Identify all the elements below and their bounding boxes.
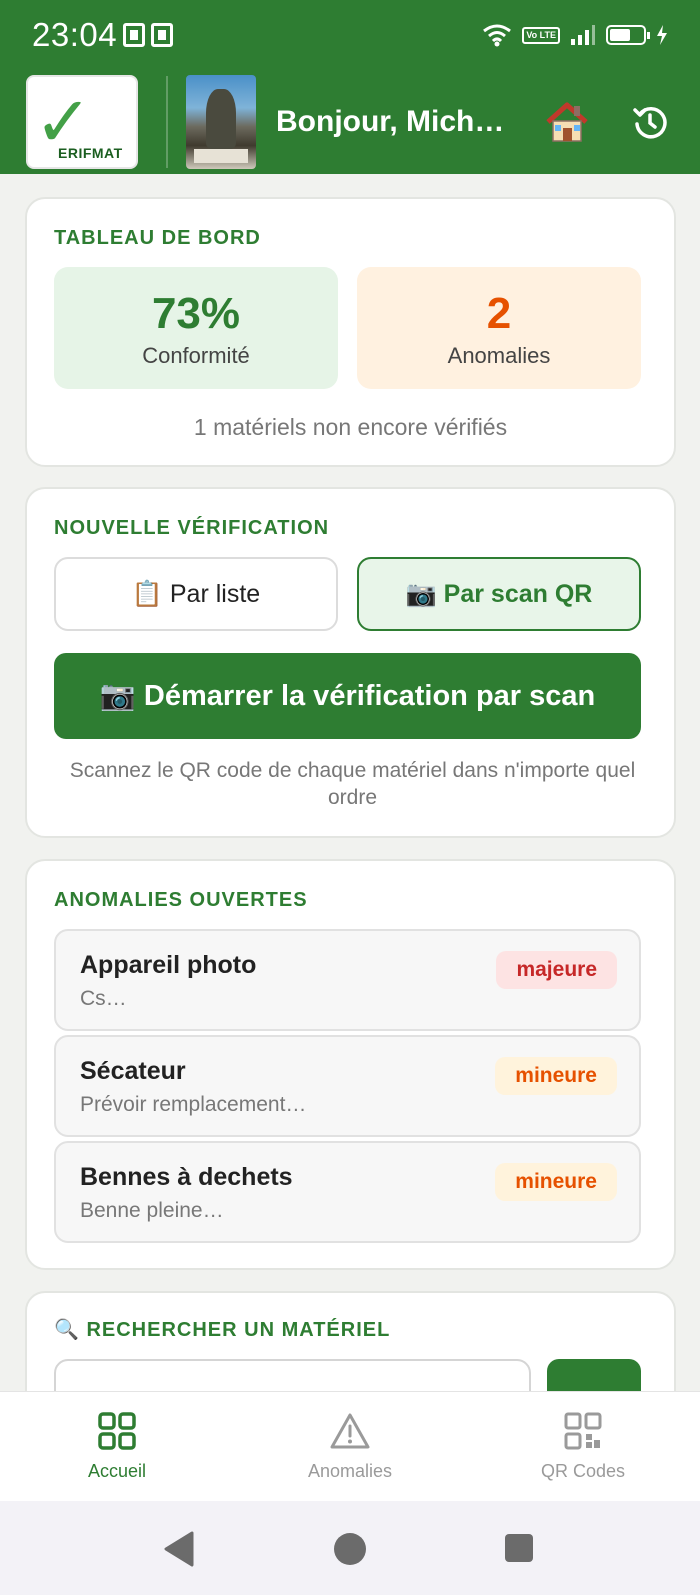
- logo-text: ERIFMAT: [58, 145, 123, 161]
- avatar[interactable]: [186, 75, 256, 169]
- start-scan-button[interactable]: 📷 Démarrer la vérification par scan: [54, 653, 641, 739]
- mode-scan-button[interactable]: 📷 Par scan QR: [357, 557, 641, 631]
- grid-icon: [98, 1412, 136, 1450]
- battery-icon: [606, 25, 650, 45]
- notification-icons: [123, 23, 174, 47]
- warning-icon: [330, 1413, 370, 1449]
- status-bar: 23:04 Vo LTE: [0, 0, 700, 70]
- nav-anomalies[interactable]: Anomalies: [250, 1412, 450, 1482]
- notification-icon: [151, 23, 174, 47]
- back-icon[interactable]: [162, 1531, 196, 1567]
- notification-icon: [123, 23, 146, 47]
- qr-code-icon: [88, 99, 120, 131]
- severity-badge: majeure: [496, 951, 617, 989]
- signal-icon: [571, 25, 595, 45]
- scan-hint: Scannez le QR code de chaque matériel da…: [69, 759, 636, 809]
- anomaly-desc: Cs…: [80, 987, 127, 1010]
- header-divider: [166, 76, 168, 168]
- open-anomalies-card: ANOMALIES OUVERTES Appareil photo Cs… ma…: [25, 859, 676, 1270]
- qr-code-icon: [564, 1412, 602, 1450]
- home-nav-icon[interactable]: [333, 1532, 367, 1566]
- charging-icon: [657, 25, 667, 45]
- unverified-note: 1 matériels non encore vérifiés: [193, 414, 508, 440]
- dashboard-card: TABLEAU DE BORD 73% Conformité 2 Anomali…: [25, 197, 676, 467]
- recents-icon[interactable]: [504, 1533, 534, 1563]
- new-verification-title: NOUVELLE VÉRIFICATION: [54, 517, 330, 539]
- nav-anomalies-label: Anomalies: [307, 1461, 393, 1481]
- conformity-value: 73%: [151, 289, 241, 338]
- mode-list-button[interactable]: 📋 Par liste: [54, 557, 338, 631]
- dashboard-title: TABLEAU DE BORD: [54, 227, 261, 249]
- anomaly-name: Appareil photo: [80, 951, 257, 979]
- clock: 23:04: [32, 16, 118, 53]
- nav-home[interactable]: Accueil: [17, 1412, 217, 1482]
- conformity-stat: 73% Conformité: [54, 267, 338, 389]
- anomaly-desc: Benne pleine…: [80, 1199, 224, 1222]
- open-anomalies-title: ANOMALIES OUVERTES: [54, 889, 308, 911]
- anomaly-name: Bennes à dechets: [80, 1163, 293, 1191]
- home-icon[interactable]: [544, 99, 590, 145]
- anomaly-desc: Prévoir remplacement…: [80, 1093, 307, 1116]
- conformity-label: Conformité: [142, 343, 250, 368]
- search-title: 🔍 RECHERCHER UN MATÉRIEL: [54, 1319, 391, 1341]
- anomaly-name: Sécateur: [80, 1057, 186, 1085]
- anomaly-item[interactable]: Appareil photo Cs… majeure: [54, 929, 641, 1031]
- nav-home-label: Accueil: [87, 1461, 147, 1481]
- anomalies-label: Anomalies: [447, 343, 551, 368]
- system-nav-bar: [0, 1501, 700, 1595]
- anomalies-stat[interactable]: 2 Anomalies: [357, 267, 641, 389]
- new-verification-card: NOUVELLE VÉRIFICATION 📋 Par liste 📷 Par …: [25, 487, 676, 838]
- verifmat-logo: ✓ ERIFMAT: [26, 75, 138, 169]
- severity-badge: mineure: [495, 1163, 617, 1201]
- app-header: ✓ ERIFMAT Bonjour, Mich…: [0, 70, 700, 174]
- volte-icon: Vo LTE: [522, 26, 560, 44]
- greeting: Bonjour, Mich…: [276, 105, 505, 138]
- nav-qr-codes[interactable]: QR Codes: [483, 1412, 683, 1482]
- nav-qr-codes-label: QR Codes: [540, 1461, 626, 1481]
- history-icon[interactable]: [632, 104, 668, 140]
- wifi-icon: [483, 24, 512, 47]
- severity-badge: mineure: [495, 1057, 617, 1095]
- anomaly-item[interactable]: Sécateur Prévoir remplacement… mineure: [54, 1035, 641, 1137]
- anomaly-item[interactable]: Bennes à dechets Benne pleine… mineure: [54, 1141, 641, 1243]
- anomalies-value: 2: [486, 289, 512, 338]
- bottom-nav: Accueil Anomalies QR Codes: [0, 1391, 700, 1501]
